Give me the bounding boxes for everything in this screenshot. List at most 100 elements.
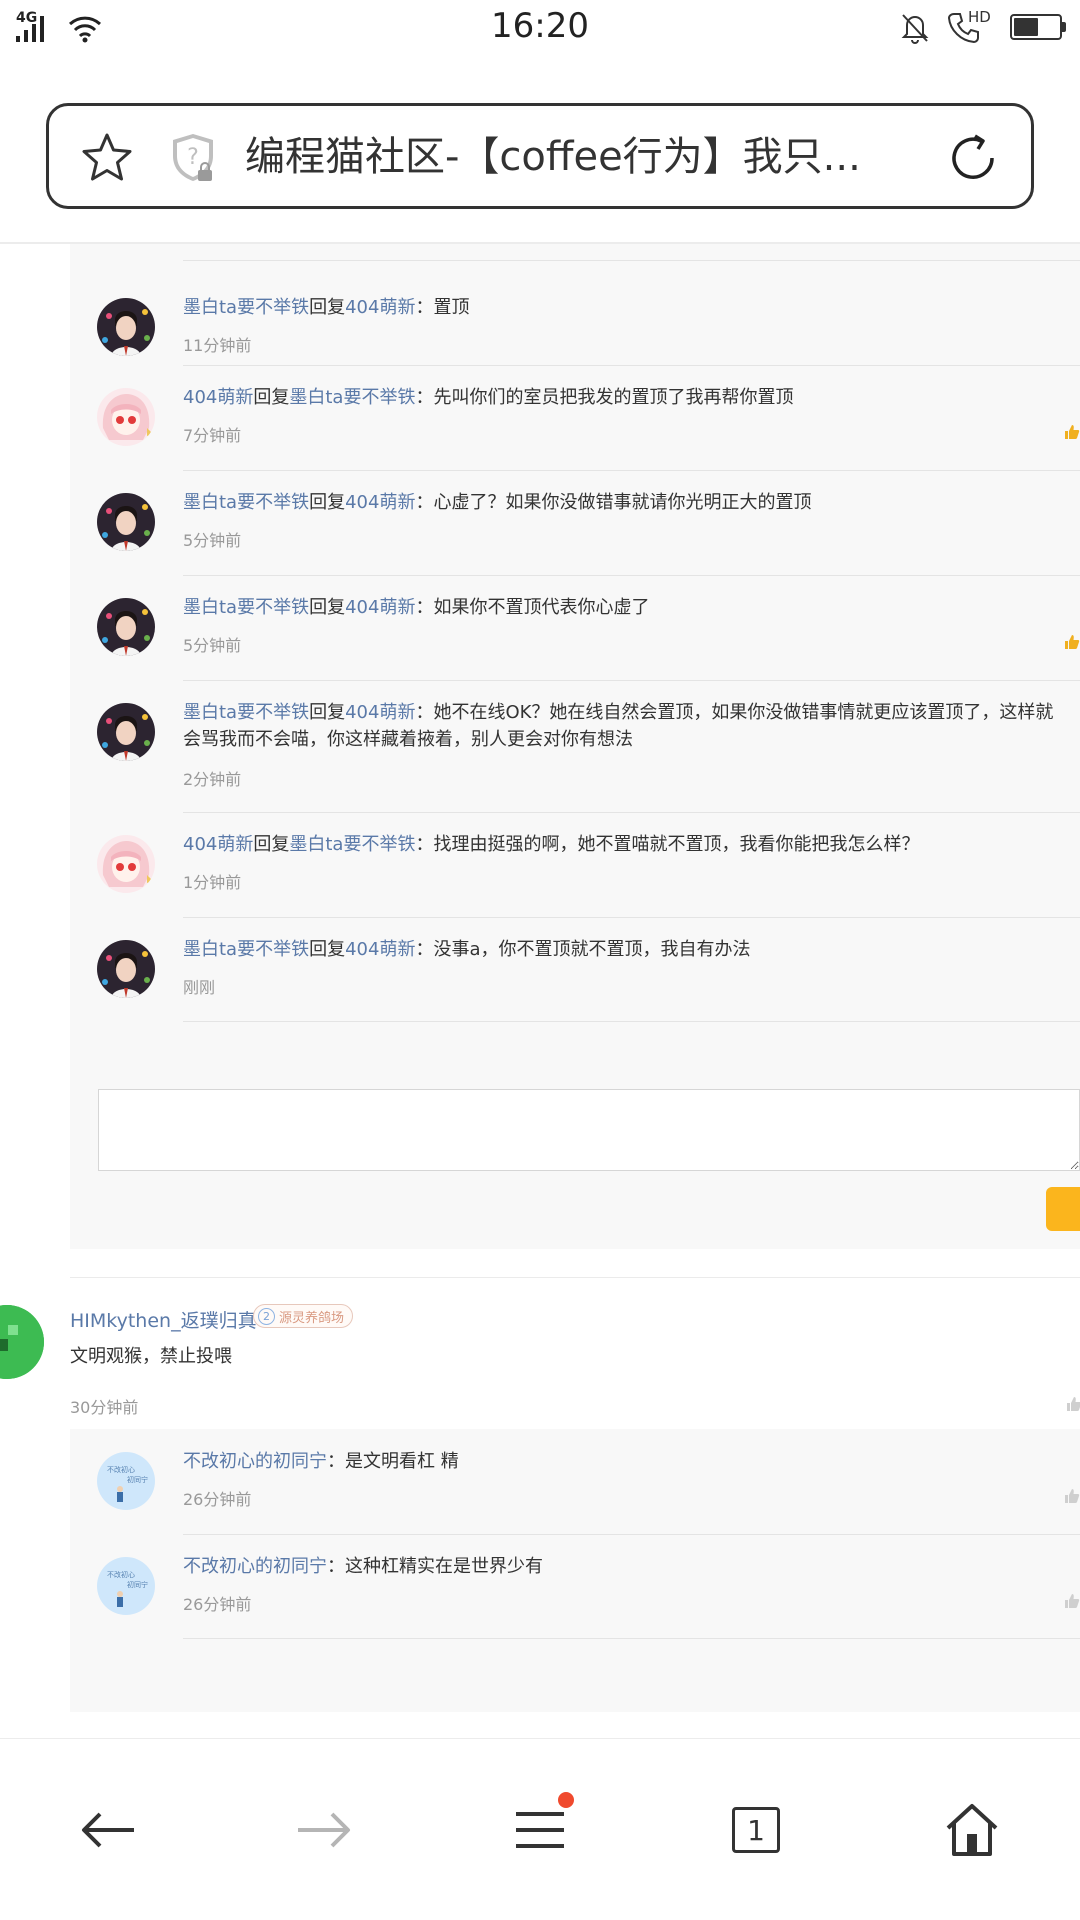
- reply-word: 回复: [253, 387, 290, 408]
- notification-dot: [558, 1792, 574, 1808]
- reply-content: 404萌新回复墨白ta要不举铁：先叫你们的室员把我发的置顶了我再帮你置顶: [183, 384, 793, 412]
- reload-icon[interactable]: [945, 130, 1001, 190]
- thumbs-up-icon[interactable]: [1064, 1488, 1080, 1504]
- avatar[interactable]: [97, 940, 155, 998]
- thumbs-up-icon[interactable]: [1064, 424, 1080, 440]
- home-button[interactable]: [932, 1790, 1012, 1870]
- reply-item: 不改初心 初同宁 不改初心的初同宁：这种杠精实在是世界少有 26分钟前: [70, 1534, 1080, 1639]
- submit-reply-button[interactable]: [1046, 1187, 1080, 1231]
- comment-author-link[interactable]: HIMkythen_返璞归真: [70, 1306, 257, 1333]
- avatar[interactable]: [97, 493, 155, 551]
- svg-text:初同宁: 初同宁: [127, 1580, 148, 1589]
- avatar[interactable]: [97, 598, 155, 656]
- reply-separator: [183, 1021, 1080, 1022]
- reply-content: 404萌新回复墨白ta要不举铁：找理由挺强的啊，她不置喵就不置顶，我看你能把我怎…: [183, 831, 919, 859]
- avatar[interactable]: [0, 1305, 44, 1379]
- reply-word: 回复: [309, 939, 346, 960]
- reply-text: 是文明看杠 精: [345, 1451, 459, 1472]
- reply-word: 回复: [309, 492, 346, 513]
- badge-level: 2: [258, 1307, 275, 1325]
- avatar[interactable]: [97, 298, 155, 356]
- reply-author-link[interactable]: 墨白ta要不举铁: [183, 597, 309, 618]
- reply-author-link[interactable]: 不改初心的初同宁: [183, 1556, 327, 1577]
- reply-target-link[interactable]: 墨白ta要不举铁: [289, 387, 415, 408]
- avatar[interactable]: 不改初心 初同宁: [97, 1452, 155, 1510]
- reply-separator: [183, 575, 1080, 576]
- bell-muted-icon: [901, 14, 929, 44]
- comment-text: 文明观猴，禁止投喂: [70, 1346, 232, 1367]
- address-bar[interactable]: ? 编程猫社区-【coffee行为】我只...: [46, 103, 1034, 209]
- back-button[interactable]: [68, 1790, 148, 1870]
- reply-colon: ：: [415, 597, 434, 618]
- reply-colon: ：: [327, 1556, 345, 1577]
- reply-author-link[interactable]: 404萌新: [183, 834, 253, 855]
- reply-author-link[interactable]: 墨白ta要不举铁: [183, 939, 309, 960]
- thumbs-up-icon[interactable]: [1064, 634, 1080, 650]
- avatar[interactable]: 不改初心 初同宁: [97, 1557, 155, 1615]
- reply-time: 5分钟前: [183, 636, 242, 655]
- reply-target-link[interactable]: 404萌新: [345, 492, 415, 513]
- reply-text: 置顶: [433, 297, 470, 318]
- reply-time: 2分钟前: [183, 770, 242, 789]
- reply-target-link[interactable]: 404萌新: [345, 702, 415, 723]
- reply-colon: ：: [415, 834, 434, 855]
- bottom-navigation: 1: [0, 1740, 1080, 1920]
- tabs-button[interactable]: 1: [716, 1790, 796, 1870]
- arrow-right-icon: [298, 1812, 350, 1848]
- hd-call-indicator: HD: [946, 8, 996, 44]
- bottom-divider: [0, 1738, 1080, 1739]
- avatar[interactable]: [97, 388, 155, 446]
- reply-item: 墨白ta要不举铁回复404萌新：她不在线OK？她在线自然会置顶，如果你没做错事情…: [70, 680, 1080, 812]
- reply-author-link[interactable]: 不改初心的初同宁: [183, 1451, 327, 1472]
- forward-button[interactable]: [284, 1790, 364, 1870]
- reply-list: 墨白ta要不举铁回复404萌新：置顶 11分钟前 404萌新回复墨白ta要不举铁…: [70, 260, 1080, 1022]
- reply-time: 5分钟前: [183, 531, 242, 550]
- bookmark-star-icon[interactable]: [79, 130, 135, 190]
- tab-count: 1: [732, 1807, 780, 1853]
- reply-input[interactable]: [98, 1089, 1080, 1171]
- reply-target-link[interactable]: 404萌新: [345, 297, 415, 318]
- reply-text: 她不在线OK？她在线自然会置顶，如果你没做错事情就更应该置顶了，这样就: [433, 702, 1054, 723]
- reply-colon: ：: [415, 492, 434, 513]
- thumbs-up-icon[interactable]: [1064, 1593, 1080, 1609]
- page-title[interactable]: 编程猫社区-【coffee行为】我只...: [245, 130, 885, 184]
- reply-separator: [183, 917, 1080, 918]
- reply-colon: ：: [415, 702, 434, 723]
- reply-content: 墨白ta要不举铁回复404萌新：她不在线OK？她在线自然会置顶，如果你没做错事情…: [183, 699, 1053, 727]
- thumbs-up-icon[interactable]: [1066, 1396, 1080, 1412]
- avatar[interactable]: [97, 835, 155, 893]
- reply-author-link[interactable]: 墨白ta要不举铁: [183, 702, 309, 723]
- status-right: HD: [898, 8, 1066, 44]
- reply-target-link[interactable]: 404萌新: [345, 597, 415, 618]
- reply-separator: [183, 260, 1080, 261]
- reply-item: 404萌新回复墨白ta要不举铁：先叫你们的室员把我发的置顶了我再帮你置顶 7分钟…: [70, 365, 1080, 470]
- svg-text:初同宁: 初同宁: [127, 1475, 148, 1484]
- svg-text:不改初心: 不改初心: [107, 1570, 135, 1579]
- badge-text: 源灵养鸽场: [279, 1310, 345, 1326]
- reply-item: 墨白ta要不举铁回复404萌新：没事a，你不置顶就不置顶，我自有办法 刚刚: [70, 917, 1080, 1022]
- reply-time: 26分钟前: [183, 1490, 252, 1509]
- reply-author-link[interactable]: 404萌新: [183, 387, 253, 408]
- comment-time: 30分钟前: [70, 1398, 139, 1417]
- reply-time: 26分钟前: [183, 1595, 252, 1614]
- site-security-shield-icon[interactable]: ?: [165, 130, 221, 190]
- reply-author-link[interactable]: 墨白ta要不举铁: [183, 492, 309, 513]
- reply-target-link[interactable]: 404萌新: [345, 939, 415, 960]
- reply-time: 7分钟前: [183, 426, 242, 445]
- reply-panel: 墨白ta要不举铁回复404萌新：置顶 11分钟前 404萌新回复墨白ta要不举铁…: [70, 244, 1080, 1249]
- reply-colon: ：: [415, 387, 434, 408]
- reply-target-link[interactable]: 墨白ta要不举铁: [289, 834, 415, 855]
- comment-divider: [70, 1277, 1080, 1278]
- reply-time: 11分钟前: [183, 336, 252, 355]
- reply-text: 没事a，你不置顶就不置顶，我自有办法: [433, 939, 751, 960]
- menu-icon: [516, 1812, 564, 1848]
- menu-button[interactable]: [500, 1790, 580, 1870]
- reply-author-link[interactable]: 墨白ta要不举铁: [183, 297, 309, 318]
- reply-content: 墨白ta要不举铁回复404萌新：心虚了？如果你没做错事就请你光明正大的置顶: [183, 489, 811, 517]
- reply-separator: [183, 470, 1080, 471]
- reply-content: 墨白ta要不举铁回复404萌新：如果你不置顶代表你心虚了: [183, 594, 649, 622]
- avatar[interactable]: [97, 703, 155, 761]
- reply-text: 如果你不置顶代表你心虚了: [433, 597, 650, 618]
- svg-text:不改初心: 不改初心: [107, 1465, 135, 1474]
- reply-text: 这种杠精实在是世界少有: [345, 1556, 543, 1577]
